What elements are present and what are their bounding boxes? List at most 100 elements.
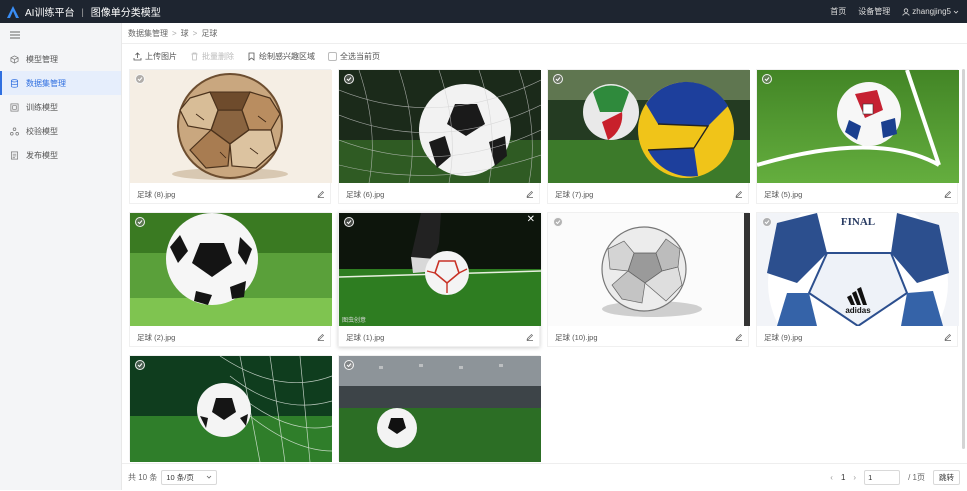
- title-separator: |: [81, 6, 84, 17]
- page-size-select[interactable]: 10 条/页: [161, 469, 218, 485]
- image-thumbnail[interactable]: [130, 213, 332, 326]
- image-card[interactable]: 足球 (7).jpg: [547, 69, 750, 204]
- image-thumbnail[interactable]: [130, 356, 332, 462]
- bookmark-icon: [248, 52, 255, 61]
- close-icon[interactable]: ✕: [527, 215, 535, 225]
- total-pages: / 1页: [908, 473, 925, 482]
- menu-fold-icon: [10, 31, 20, 39]
- username: zhangjing5: [912, 7, 951, 16]
- edit-icon[interactable]: [317, 190, 325, 198]
- image-card-footer: 足球 (8).jpg: [130, 183, 332, 205]
- top-bar: AI训练平台 | 图像单分类模型 首页 设备管理 zhangjing5: [0, 0, 967, 23]
- sidebar-item-train-model[interactable]: 训练模型: [0, 95, 121, 119]
- image-card[interactable]: 足球 (8).jpg: [129, 69, 332, 205]
- select-page-checkbox[interactable]: 全选当前页: [328, 51, 380, 62]
- app-title: AI训练平台: [25, 8, 75, 19]
- image-card[interactable]: 足球 (6).jpg: [338, 69, 541, 205]
- sidebar-item-publish-model[interactable]: 发布模型: [0, 143, 121, 167]
- jump-button[interactable]: 跳转: [933, 470, 960, 485]
- home-link[interactable]: 首页: [830, 6, 846, 17]
- breadcrumb-item[interactable]: 球: [181, 28, 189, 39]
- image-filename: 足球 (5).jpg: [764, 189, 803, 199]
- image-thumbnail[interactable]: FINAL adidas: [757, 213, 959, 326]
- select-check-icon[interactable]: [344, 360, 354, 370]
- image-card[interactable]: [129, 355, 332, 462]
- upload-button[interactable]: 上传图片: [133, 51, 177, 62]
- cube-icon: [10, 54, 19, 64]
- select-check-icon[interactable]: [135, 217, 145, 227]
- watermark-text: 图虫创意: [342, 316, 366, 324]
- page-jump-input[interactable]: [864, 470, 901, 485]
- next-page-button[interactable]: ›: [853, 473, 856, 482]
- edit-icon[interactable]: [317, 333, 325, 341]
- select-check-icon[interactable]: [135, 360, 145, 370]
- image-card-footer: 足球 (9).jpg: [757, 326, 959, 348]
- pagination: 共 10 条 10 条/页 ‹ 1 › / 1页 跳转: [122, 463, 967, 490]
- select-page-label: 全选当前页: [340, 52, 380, 61]
- image-filename: 足球 (9).jpg: [764, 332, 803, 342]
- user-menu[interactable]: zhangjing5: [902, 7, 959, 16]
- prev-page-button[interactable]: ‹: [830, 473, 833, 482]
- image-thumbnail[interactable]: [548, 213, 750, 326]
- main-content: 数据集管理 > 球 > 足球 上传图片 批量删除 绘制感兴趣区域 全选当前页 足…: [122, 23, 967, 490]
- select-check-icon[interactable]: [344, 217, 354, 227]
- top-nav: 首页 设备管理 zhangjing5: [830, 0, 959, 23]
- sidebar-item-label: 发布模型: [26, 150, 58, 160]
- ball-brand-text: adidas: [845, 306, 871, 315]
- breadcrumb-separator: >: [192, 28, 198, 38]
- trash-icon: [191, 52, 198, 61]
- sidebar: 模型管理 数据集管理 训练模型 校验模型 发布模型: [0, 23, 122, 490]
- page-number[interactable]: 1: [841, 473, 845, 482]
- batch-delete-label: 批量删除: [202, 52, 234, 61]
- image-card-footer: 足球 (10).jpg: [548, 326, 750, 348]
- chevron-down-icon: [953, 10, 959, 14]
- image-thumbnail[interactable]: [339, 356, 541, 462]
- select-check-icon[interactable]: [135, 74, 145, 84]
- checkbox-box: [328, 52, 337, 61]
- batch-delete-button[interactable]: 批量删除: [190, 51, 234, 62]
- breadcrumb: 数据集管理 > 球 > 足球: [122, 23, 967, 44]
- image-card-footer: 足球 (6).jpg: [339, 183, 541, 205]
- select-check-icon[interactable]: [762, 217, 772, 227]
- device-link[interactable]: 设备管理: [858, 6, 890, 17]
- breadcrumb-separator: >: [172, 28, 177, 38]
- select-check-icon[interactable]: [553, 217, 563, 227]
- image-card[interactable]: 足球 (10).jpg: [547, 212, 750, 348]
- image-card-footer: 足球 (2).jpg: [130, 326, 332, 348]
- image-thumbnail[interactable]: [339, 70, 541, 183]
- sidebar-item-validate-model[interactable]: 校验模型: [0, 119, 121, 143]
- upload-icon: [133, 52, 142, 61]
- edit-icon[interactable]: [735, 333, 743, 341]
- edit-icon[interactable]: [526, 190, 534, 198]
- image-thumbnail[interactable]: [757, 70, 959, 183]
- train-icon: [10, 103, 19, 111]
- sidebar-collapse-button[interactable]: [0, 23, 121, 47]
- image-card[interactable]: 足球 (5).jpg: [756, 69, 959, 204]
- image-card[interactable]: [338, 355, 541, 462]
- edit-icon[interactable]: [526, 333, 534, 341]
- select-check-icon[interactable]: [344, 74, 354, 84]
- sidebar-item-model-management[interactable]: 模型管理: [0, 47, 121, 71]
- image-filename: 足球 (1).jpg: [346, 332, 385, 342]
- image-card[interactable]: 足球 (2).jpg: [129, 212, 332, 348]
- image-thumbnail[interactable]: [130, 70, 332, 183]
- publish-icon: [10, 151, 19, 159]
- edit-icon[interactable]: [735, 190, 743, 198]
- image-card[interactable]: 图虫创意 ✕ 足球 (1).jpg: [338, 212, 541, 347]
- logo-icon: [7, 5, 19, 18]
- app-subtitle: 图像单分类模型: [90, 8, 161, 19]
- image-card[interactable]: FINAL adidas 足球 (9).jpg: [756, 212, 959, 348]
- edit-icon[interactable]: [944, 190, 952, 198]
- select-check-icon[interactable]: [762, 74, 772, 84]
- edit-icon[interactable]: [944, 333, 952, 341]
- image-thumbnail[interactable]: [548, 70, 750, 183]
- user-icon: [902, 7, 910, 16]
- select-check-icon[interactable]: [553, 74, 563, 84]
- draw-roi-button[interactable]: 绘制感兴趣区域: [247, 51, 315, 62]
- sidebar-item-dataset-management[interactable]: 数据集管理: [0, 71, 121, 95]
- image-thumbnail[interactable]: 图虫创意: [339, 213, 541, 326]
- breadcrumb-item[interactable]: 数据集管理: [128, 28, 168, 39]
- scrollbar[interactable]: [962, 69, 965, 449]
- ball-print-text: FINAL: [841, 216, 875, 228]
- image-filename: 足球 (6).jpg: [346, 189, 385, 199]
